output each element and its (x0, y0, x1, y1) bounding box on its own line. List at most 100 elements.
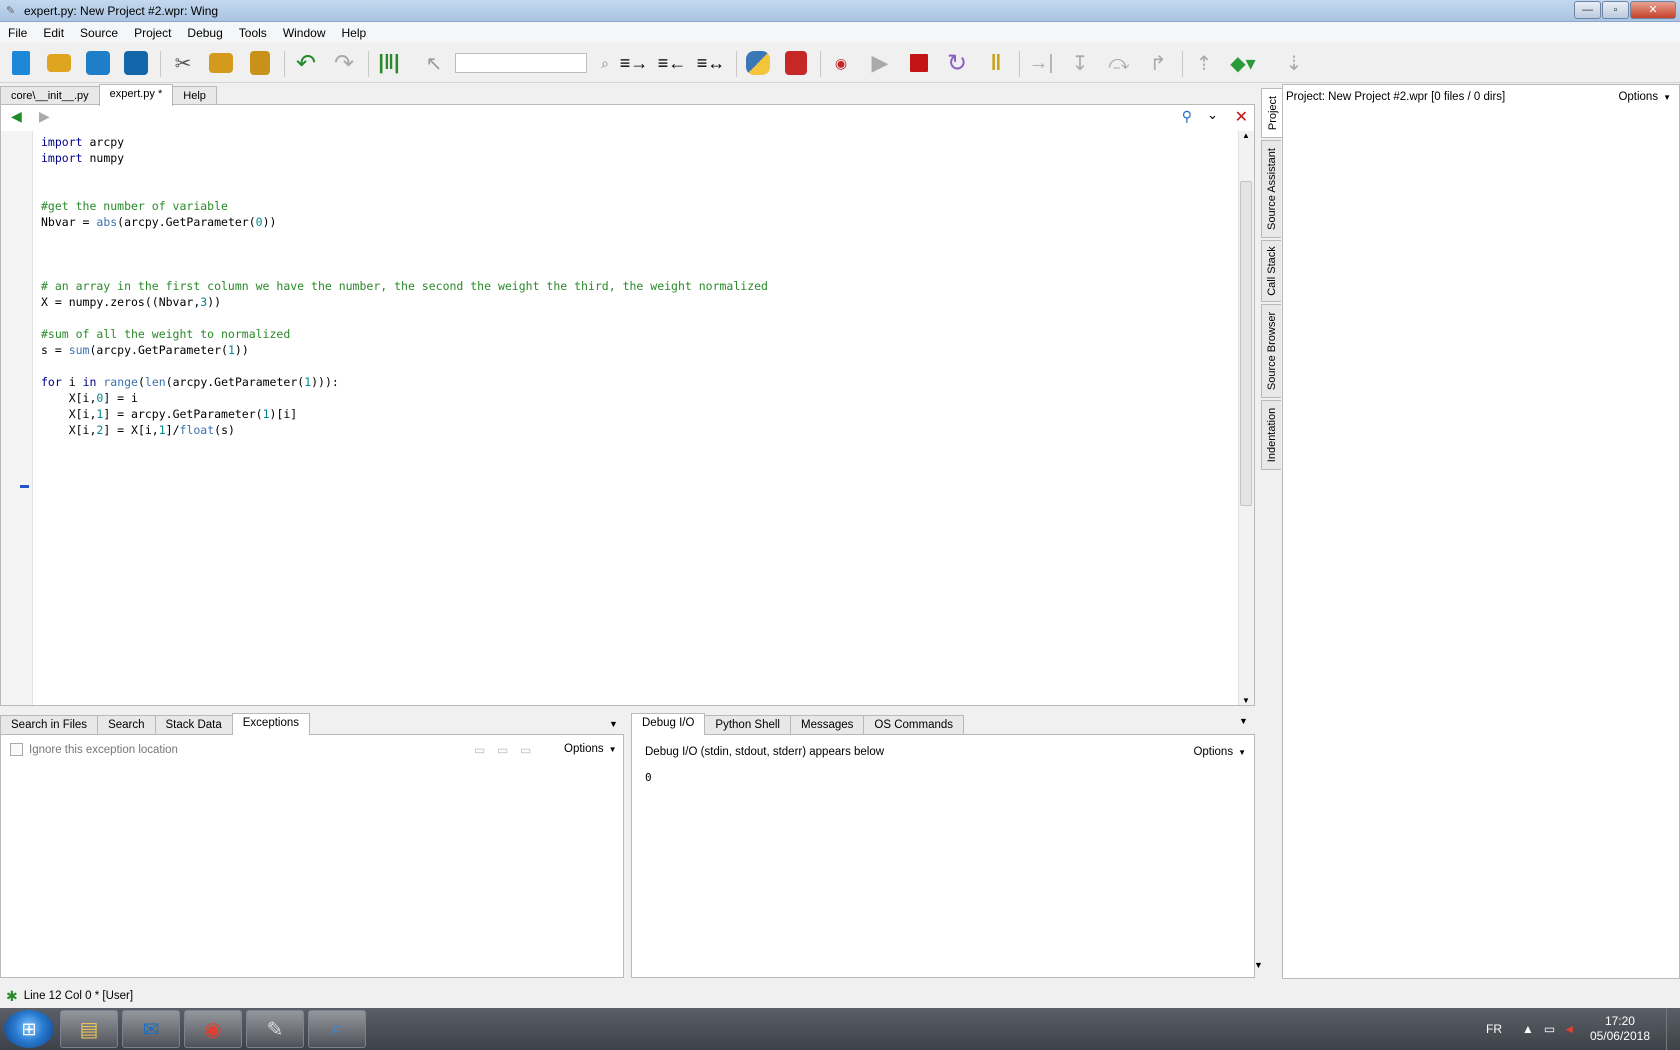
step-into-icon[interactable]: ↧ (1064, 47, 1096, 79)
tab-core-init[interactable]: core\__init__.py (0, 86, 100, 106)
tab-expert-py[interactable]: expert.py * (98, 84, 174, 106)
close-editor-icon[interactable]: ✕ (1235, 107, 1248, 127)
menu-file[interactable]: File (0, 26, 35, 40)
tab-exceptions[interactable]: Exceptions (231, 713, 311, 735)
code-line[interactable]: # an array in the first column we have t… (41, 278, 768, 294)
exceptions-options-button[interactable]: Options ▼ (564, 743, 617, 755)
code-line[interactable] (41, 358, 768, 374)
step-over-icon[interactable]: ⤼ (1103, 47, 1135, 79)
menu-tools[interactable]: Tools (231, 26, 275, 40)
ignore-exception-checkbox[interactable]: Ignore this exception location (10, 743, 178, 756)
code-line[interactable]: for i in range(len(arcpy.GetParameter(1)… (41, 374, 768, 390)
exception-nav-icon-2[interactable]: ▭ (497, 743, 508, 757)
copy-icon[interactable] (205, 47, 237, 79)
network-icon[interactable]: ▭ (1544, 1022, 1555, 1036)
outdent-icon[interactable]: ≡← (656, 47, 688, 79)
menu-edit[interactable]: Edit (35, 26, 72, 40)
step-out-icon[interactable]: ↱ (1142, 47, 1174, 79)
volume-icon[interactable]: ◄ (1563, 1022, 1575, 1036)
new-file-icon[interactable] (5, 47, 37, 79)
chevron-down-icon[interactable]: ⌄ (1207, 107, 1218, 123)
tab-python-shell[interactable]: Python Shell (704, 715, 791, 735)
language-indicator[interactable]: FR (1486, 1022, 1502, 1036)
code-line[interactable]: X[i,1] = arcpy.GetParameter(1)[i] (41, 406, 768, 422)
code-line[interactable] (41, 310, 768, 326)
panel-dropdown-icon[interactable]: ▼ (1254, 960, 1263, 970)
frame-down-icon[interactable]: ⇣ (1278, 47, 1310, 79)
code-line[interactable]: Nbvar = abs(arcpy.GetParameter(0)) (41, 214, 768, 230)
tab-os-commands[interactable]: OS Commands (863, 715, 965, 735)
breakpoint-icon[interactable]: ◉ (825, 47, 857, 79)
save-icon[interactable] (82, 47, 114, 79)
search-app-icon[interactable]: ⌕ (308, 1010, 366, 1048)
code-line[interactable]: import arcpy (41, 134, 768, 150)
open-folder-icon[interactable] (43, 47, 75, 79)
code-line[interactable]: X = numpy.zeros((Nbvar,3)) (41, 294, 768, 310)
code-line[interactable] (41, 230, 768, 246)
exception-nav-icon-3[interactable]: ▭ (520, 743, 531, 757)
bug-icon[interactable]: ✱ (6, 988, 18, 1005)
code-line[interactable]: #sum of all the weight to normalized (41, 326, 768, 342)
code-line[interactable] (41, 246, 768, 262)
menu-window[interactable]: Window (275, 26, 334, 40)
editor-scrollbar[interactable]: ▲ ▼ (1238, 131, 1254, 705)
step-to-icon[interactable]: →| (1025, 47, 1057, 79)
toggle-indent-icon[interactable]: ≡↔ (695, 47, 727, 79)
pointer-icon[interactable]: ↖ (418, 47, 450, 79)
tab-search-in-files[interactable]: Search in Files (0, 715, 99, 735)
side-tab-source-browser[interactable]: Source Browser (1261, 304, 1281, 398)
checkbox-box[interactable] (10, 743, 23, 756)
close-window-button[interactable]: ✕ (1630, 1, 1676, 19)
code-line[interactable] (41, 166, 768, 182)
forward-arrow-icon[interactable]: ▶ (39, 108, 50, 125)
tab-help[interactable]: Help (172, 86, 217, 106)
redo-icon[interactable]: ↷ (328, 47, 360, 79)
exception-nav-icon[interactable]: ▭ (474, 743, 485, 757)
menu-debug[interactable]: Debug (179, 26, 230, 40)
indent-icon[interactable]: ≡→ (618, 47, 650, 79)
minimize-button[interactable]: — (1574, 1, 1601, 19)
tab-messages[interactable]: Messages (790, 715, 865, 735)
side-tab-call-stack[interactable]: Call Stack (1261, 240, 1281, 302)
save-all-icon[interactable] (120, 47, 152, 79)
code-line[interactable] (41, 182, 768, 198)
side-tab-source-assistant[interactable]: Source Assistant (1261, 140, 1281, 238)
pause-icon[interactable]: ‖ (980, 47, 1012, 79)
scroll-thumb[interactable] (1240, 181, 1252, 506)
code-line[interactable]: X[i,0] = i (41, 390, 768, 406)
tab-debug-io[interactable]: Debug I/O (631, 713, 706, 735)
fold-marker-icon[interactable] (20, 485, 29, 488)
code-line[interactable]: X[i,2] = X[i,1]/float(s) (41, 422, 768, 438)
undo-icon[interactable]: ↶ (290, 47, 322, 79)
show-desktop-button[interactable] (1666, 1008, 1680, 1050)
scroll-down-icon[interactable]: ▼ (1242, 696, 1250, 705)
wing-ide-icon[interactable]: ✎ (246, 1010, 304, 1048)
menu-source[interactable]: Source (72, 26, 126, 40)
side-tab-project[interactable]: Project (1261, 88, 1283, 138)
tab-stack-data[interactable]: Stack Data (154, 715, 233, 735)
project-options-button[interactable]: Options ▼ (1618, 91, 1671, 103)
chrome-icon[interactable]: ◉ (184, 1010, 242, 1048)
left-panel-menu-icon[interactable]: ▼ (609, 719, 618, 729)
menu-project[interactable]: Project (126, 26, 179, 40)
python-icon[interactable] (742, 47, 774, 79)
stop-icon[interactable] (903, 47, 935, 79)
outlook-icon[interactable]: ✉ (122, 1010, 180, 1048)
right-panel-menu-icon[interactable]: ▼ (1239, 716, 1248, 726)
pin-icon[interactable]: ⚲ (1182, 108, 1192, 125)
side-tab-indentation[interactable]: Indentation (1261, 400, 1281, 470)
back-arrow-icon[interactable]: ◀ (11, 108, 22, 125)
search-icon[interactable]: ⌕ (589, 47, 621, 79)
menu-help[interactable]: Help (334, 26, 375, 40)
cut-icon[interactable]: ✂ (167, 47, 199, 79)
code-line[interactable]: s = sum(arcpy.GetParameter(1)) (41, 342, 768, 358)
stack-frame-icon[interactable]: ◆▾ (1227, 47, 1259, 79)
debug-options-button[interactable]: Options ▼ (1193, 746, 1246, 758)
run-icon[interactable]: ▶ (864, 47, 896, 79)
code-editor[interactable]: ◀ ▶ ⚲ ⌄ ✕ import arcpy import numpy #get … (0, 104, 1255, 706)
paste-icon[interactable] (244, 47, 276, 79)
code-line[interactable] (41, 262, 768, 278)
tab-search[interactable]: Search (97, 715, 156, 735)
tray-expand-icon[interactable]: ▲ (1522, 1022, 1534, 1036)
toolbar-search-input[interactable] (455, 53, 587, 73)
